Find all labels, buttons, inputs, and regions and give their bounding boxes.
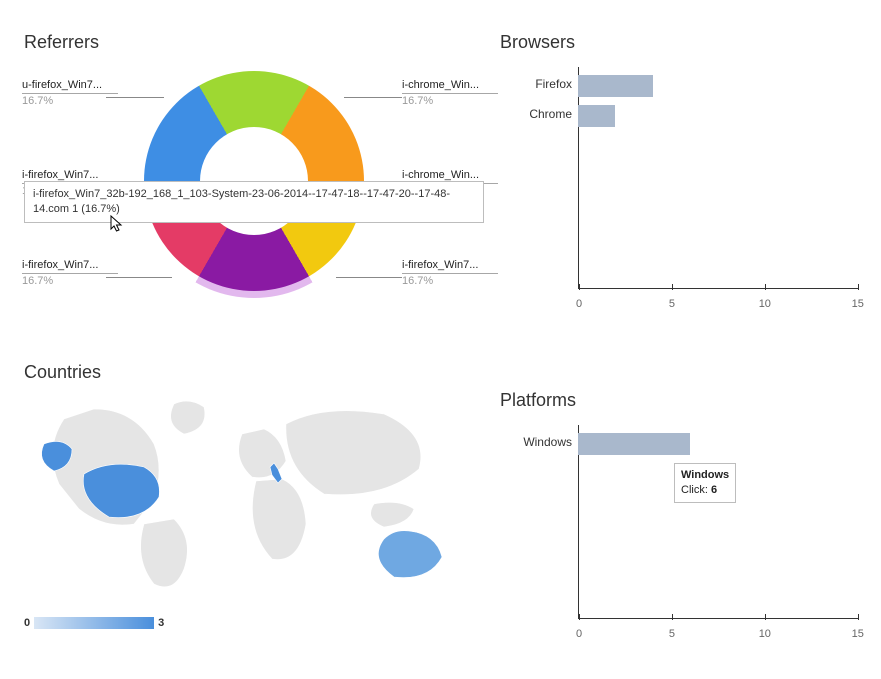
platforms-tooltip-title: Windows [681,469,729,481]
referrers-panel: Referrers i-chrome_Win... 16.7 [24,32,484,332]
donut-label-text: i-chrome_Win... [402,169,479,181]
donut-label-text: u-firefox_Win7... [22,79,102,91]
bar[interactable] [578,105,615,127]
analytics-dashboard: Referrers i-chrome_Win... 16.7 [0,0,881,679]
countries-panel: Countries [24,362,484,672]
platforms-tooltip: Windows Click: 6 [674,463,736,503]
donut-label-text: i-firefox_Win7... [22,259,98,271]
donut-label-pct: 16.7% [22,95,53,107]
cursor-icon [110,215,124,233]
bar-category-label: Firefox [504,77,572,91]
countries-title: Countries [24,362,484,383]
axis-tick: 5 [669,298,675,310]
axis-tick: 10 [759,628,771,640]
world-map-svg [24,389,484,599]
donut-label: i-firefox_Win7... 16.7% [22,259,118,288]
platforms-panel: Platforms 0 5 10 15 Windows Windows Clic… [500,390,862,670]
map-legend: 0 3 [24,617,164,629]
donut-label-pct: 16.7% [22,275,53,287]
axis-tick: 0 [576,628,582,640]
donut-label-text: i-firefox_Win7... [402,259,478,271]
bar-category-label: Windows [504,435,572,449]
axis-tick: 15 [852,298,864,310]
leader-line [336,277,402,278]
donut-label-pct: 16.7% [402,95,433,107]
countries-world-map[interactable]: 0 3 [24,389,484,629]
bar[interactable] [578,75,653,97]
referrers-tooltip: i-firefox_Win7_32b-192_168_1_103-System-… [24,181,484,223]
platforms-title: Platforms [500,390,862,411]
map-legend-min: 0 [24,617,30,629]
axis-tick: 15 [852,628,864,640]
leader-line [344,97,402,98]
bar[interactable] [578,433,690,455]
browsers-plot-area: 0 5 10 15 [578,67,858,289]
browsers-bar-chart[interactable]: 0 5 10 15 Firefox Chrome [500,59,862,319]
donut-label: u-firefox_Win7... 16.7% [22,79,118,108]
donut-label: i-chrome_Win... 16.7% [402,79,498,108]
bar-row: Chrome [578,105,615,127]
platforms-tooltip-value: Click: 6 [681,484,717,496]
country-au[interactable] [378,531,442,578]
donut-label: i-firefox_Win7... 16.7% [402,259,498,288]
bar-row: Firefox [578,75,653,97]
referrers-donut-chart[interactable]: i-chrome_Win... 16.7% i-chrome_Win... 16… [24,59,484,339]
referrers-tooltip-text: i-firefox_Win7_32b-192_168_1_103-System-… [33,188,450,215]
platforms-bar-chart[interactable]: 0 5 10 15 Windows Windows Click: 6 [500,417,862,649]
axis-tick: 0 [576,298,582,310]
referrers-title: Referrers [24,32,484,53]
axis-tick: 10 [759,298,771,310]
map-legend-max: 3 [158,617,164,629]
browsers-title: Browsers [500,32,862,53]
map-legend-gradient [34,617,154,629]
axis-tick: 5 [669,628,675,640]
bar-row: Windows [578,433,690,455]
bar-category-label: Chrome [504,107,572,121]
donut-label-text: i-chrome_Win... [402,79,479,91]
donut-label-text: i-firefox_Win7... [22,169,98,181]
donut-label-pct: 16.7% [402,275,433,287]
browsers-panel: Browsers 0 5 10 15 Firefox Chrome [500,32,862,332]
